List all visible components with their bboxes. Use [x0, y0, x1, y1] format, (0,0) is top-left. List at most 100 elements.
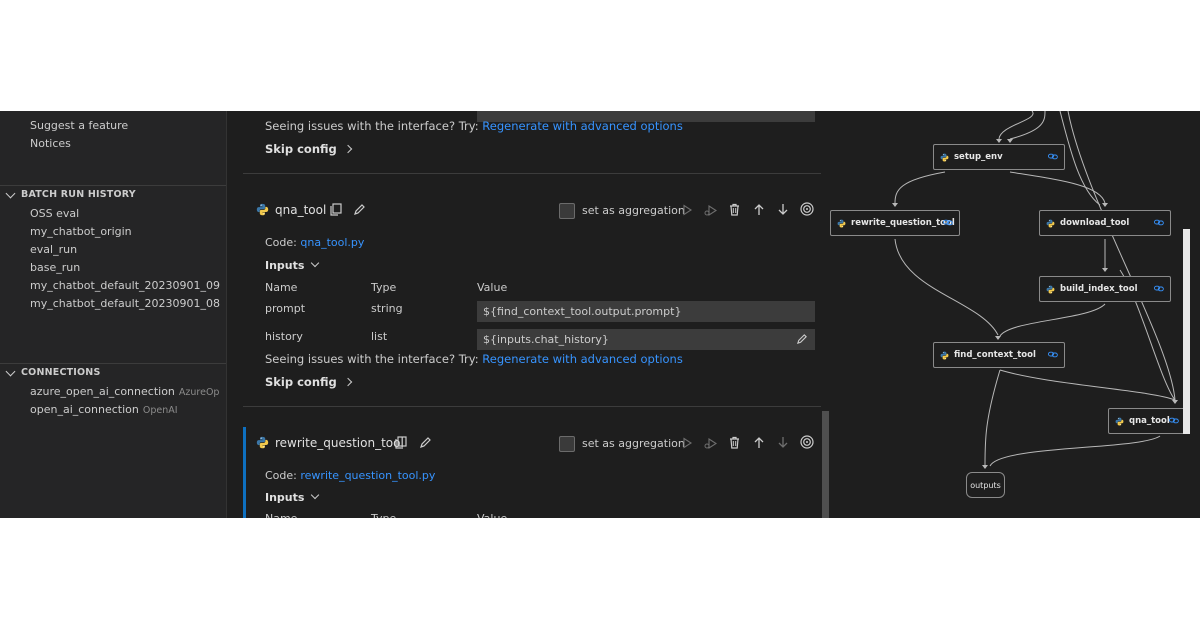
batch-run-item[interactable]: eval_run: [30, 243, 220, 256]
code-file-link[interactable]: qna_tool.py: [300, 236, 364, 249]
inputs-toggle[interactable]: Inputs: [265, 490, 320, 504]
app-window: Suggest a feature Notices BATCH RUN HIST…: [0, 111, 1200, 518]
chevron-down-icon: [5, 366, 16, 376]
delete-icon[interactable]: [728, 203, 741, 216]
input-value-field[interactable]: ${find_context_tool.output.prompt}: [477, 301, 815, 322]
graph-node-outputs[interactable]: outputs: [966, 472, 1005, 498]
chevron-down-icon: [311, 490, 320, 500]
python-icon: [1046, 219, 1055, 228]
code-label: Code:: [265, 469, 297, 482]
chevron-down-icon: [5, 188, 16, 198]
column-header-type: Type: [371, 281, 397, 294]
link-icon: [1048, 351, 1058, 358]
input-type: string: [371, 302, 403, 315]
code-label: Code:: [265, 236, 297, 249]
python-icon: [1115, 417, 1124, 426]
editor-scrollbar[interactable]: [822, 411, 829, 518]
code-line: Code: rewrite_question_tool.py: [265, 469, 435, 482]
batch-run-item[interactable]: my_chatbot_default_20230901_08593...: [30, 297, 220, 310]
target-icon[interactable]: [800, 435, 814, 449]
link-icon: [1169, 417, 1179, 424]
python-icon: [940, 351, 949, 360]
section-title: BATCH RUN HISTORY: [21, 189, 136, 200]
column-header-value: Value: [477, 281, 508, 294]
skip-config-button[interactable]: Skip config: [265, 375, 353, 389]
target-icon[interactable]: [800, 202, 814, 216]
graph-node-label: setup_env: [954, 152, 1003, 162]
input-name: history: [265, 330, 303, 343]
input-value-field[interactable]: ${inputs.chat_history}: [477, 329, 815, 350]
inputs-label: Inputs: [265, 491, 305, 504]
move-down-icon[interactable]: [777, 203, 789, 216]
batch-run-item[interactable]: my_chatbot_default_20230901_09431...: [30, 279, 220, 292]
divider: [0, 363, 226, 364]
graph-scrollbar[interactable]: [1183, 229, 1190, 434]
batch-run-item[interactable]: base_run: [30, 261, 220, 274]
graph-node-find-context-tool[interactable]: find_context_tool: [933, 342, 1065, 368]
graph-node-label: find_context_tool: [954, 350, 1036, 360]
graph-node-qna-tool[interactable]: qna_tool: [1108, 408, 1186, 434]
connection-name: open_ai_connection: [30, 403, 139, 416]
move-down-icon[interactable]: [777, 436, 789, 449]
aggregation-checkbox[interactable]: [559, 203, 575, 219]
run-icon[interactable]: [681, 437, 693, 449]
issues-text: Seeing issues with the interface? Try:: [265, 352, 479, 366]
connection-name: azure_open_ai_connection: [30, 385, 175, 398]
sidebar-item-notices[interactable]: Notices: [30, 137, 220, 150]
graph-node-label: qna_tool: [1129, 416, 1170, 426]
sidebar-item-suggest-feature[interactable]: Suggest a feature: [30, 119, 220, 132]
input-type: list: [371, 330, 388, 343]
input-name: prompt: [265, 302, 306, 315]
delete-icon[interactable]: [728, 436, 741, 449]
connection-item[interactable]: azure_open_ai_connectionAzureOpenAI: [30, 385, 220, 398]
skip-config-button[interactable]: Skip config: [265, 142, 353, 156]
graph-node-label: outputs: [970, 480, 1001, 490]
run-icon[interactable]: [681, 204, 693, 216]
link-icon: [1048, 153, 1058, 160]
graph-node-download-tool[interactable]: download_tool: [1039, 210, 1171, 236]
column-header-type: Type: [371, 512, 396, 518]
skip-config-label: Skip config: [265, 375, 337, 389]
debug-icon[interactable]: [704, 204, 717, 217]
graph-node-setup-env[interactable]: setup_env: [933, 144, 1065, 170]
connection-item[interactable]: open_ai_connection OpenAI: [30, 403, 220, 416]
edit-icon[interactable]: [419, 436, 432, 449]
selection-indicator: [243, 427, 246, 518]
connections-header[interactable]: CONNECTIONS: [5, 366, 101, 378]
sidebar-item-partial[interactable]: [30, 111, 220, 118]
graph-node-rewrite-question-tool[interactable]: rewrite_question_tool: [830, 210, 960, 236]
link-icon: [943, 219, 953, 226]
batch-run-item[interactable]: OSS eval: [30, 207, 220, 220]
aggregation-label: set as aggregation: [582, 437, 685, 450]
regenerate-link[interactable]: Regenerate with advanced options: [482, 119, 683, 133]
debug-icon[interactable]: [704, 437, 717, 450]
column-header-value: Value: [477, 512, 507, 518]
chevron-right-icon: [343, 377, 353, 387]
code-file-link[interactable]: rewrite_question_tool.py: [300, 469, 435, 482]
node-title: rewrite_question_tool: [275, 436, 404, 450]
graph-node-label: download_tool: [1060, 218, 1130, 228]
chevron-down-icon: [311, 258, 320, 268]
connection-type: AzureOpenAI: [178, 387, 220, 398]
inputs-toggle[interactable]: Inputs: [265, 258, 320, 272]
connection-type: OpenAI: [142, 405, 178, 416]
edit-icon[interactable]: [796, 333, 808, 345]
flow-editor-panel: Seeing issues with the interface? Try: R…: [227, 111, 830, 518]
graph-node-build-index-tool[interactable]: build_index_tool: [1039, 276, 1171, 302]
aggregation-checkbox[interactable]: [559, 436, 575, 452]
link-icon: [1154, 285, 1164, 292]
copy-icon[interactable]: [329, 203, 342, 216]
link-icon: [1154, 219, 1164, 226]
divider: [0, 185, 226, 186]
python-icon: [256, 203, 269, 216]
regenerate-link[interactable]: Regenerate with advanced options: [482, 352, 683, 366]
aggregation-label: set as aggregation: [582, 204, 685, 217]
move-up-icon[interactable]: [753, 203, 765, 216]
copy-icon[interactable]: [394, 436, 407, 449]
move-up-icon[interactable]: [753, 436, 765, 449]
edit-icon[interactable]: [353, 203, 366, 216]
flow-graph-panel: [830, 111, 1200, 518]
code-line: Code: qna_tool.py: [265, 236, 364, 249]
batch-run-history-header[interactable]: BATCH RUN HISTORY: [5, 188, 136, 200]
batch-run-item[interactable]: my_chatbot_origin: [30, 225, 220, 238]
